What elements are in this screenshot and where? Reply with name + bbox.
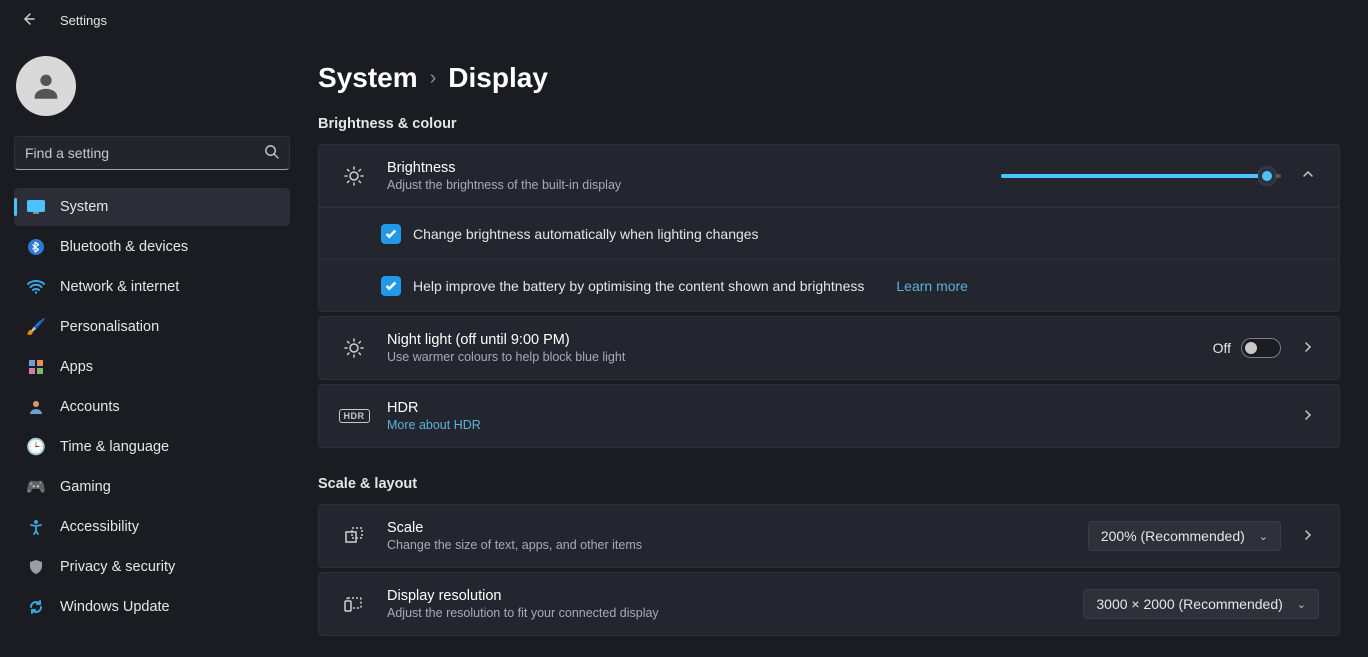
battery-optimise-label: Help improve the battery by optimising t… bbox=[413, 278, 864, 294]
sidebar-item-label: Privacy & security bbox=[60, 559, 175, 575]
sidebar-item-windows-update[interactable]: Windows Update bbox=[14, 588, 290, 626]
sidebar-item-network[interactable]: Network & internet bbox=[14, 268, 290, 306]
night-light-icon bbox=[339, 338, 369, 358]
chevron-down-icon: ⌄ bbox=[1297, 598, 1306, 611]
breadcrumb: System › Display bbox=[318, 62, 1340, 94]
search-icon bbox=[264, 144, 279, 162]
hdr-more-link[interactable]: More about HDR bbox=[387, 418, 1279, 432]
sidebar-item-label: System bbox=[60, 199, 108, 215]
paintbrush-icon: 🖌️ bbox=[26, 317, 46, 337]
accounts-icon bbox=[26, 397, 46, 417]
hdr-icon: HDR bbox=[339, 409, 369, 423]
accessibility-icon bbox=[26, 517, 46, 537]
resolution-dropdown[interactable]: 3000 × 2000 (Recommended) ⌄ bbox=[1083, 589, 1319, 619]
chevron-down-icon: ⌄ bbox=[1259, 530, 1268, 543]
sidebar-item-time-language[interactable]: 🕒 Time & language bbox=[14, 428, 290, 466]
resolution-row[interactable]: Display resolution Adjust the resolution… bbox=[319, 573, 1339, 635]
scale-title: Scale bbox=[387, 520, 1070, 536]
sidebar-item-apps[interactable]: Apps bbox=[14, 348, 290, 386]
hdr-title: HDR bbox=[387, 400, 1279, 416]
hdr-card: HDR HDR More about HDR bbox=[318, 384, 1340, 448]
search-box[interactable] bbox=[14, 136, 290, 170]
sidebar-item-privacy[interactable]: Privacy & security bbox=[14, 548, 290, 586]
wifi-icon bbox=[26, 277, 46, 297]
brightness-title: Brightness bbox=[387, 160, 983, 176]
sidebar-item-label: Time & language bbox=[60, 439, 169, 455]
clock-globe-icon: 🕒 bbox=[26, 437, 46, 457]
chevron-right-icon[interactable] bbox=[1297, 336, 1319, 361]
sidebar-item-label: Personalisation bbox=[60, 319, 159, 335]
scale-dropdown-value: 200% (Recommended) bbox=[1101, 528, 1245, 544]
battery-optimise-checkbox[interactable] bbox=[381, 276, 401, 296]
brightness-card: Brightness Adjust the brightness of the … bbox=[318, 144, 1340, 312]
night-light-row[interactable]: Night light (off until 9:00 PM) Use warm… bbox=[319, 317, 1339, 379]
resolution-icon bbox=[339, 594, 369, 614]
sidebar-item-system[interactable]: System bbox=[14, 188, 290, 226]
avatar[interactable] bbox=[16, 56, 76, 116]
scale-card: Scale Change the size of text, apps, and… bbox=[318, 504, 1340, 568]
learn-more-link[interactable]: Learn more bbox=[896, 278, 968, 294]
scale-dropdown[interactable]: 200% (Recommended) ⌄ bbox=[1088, 521, 1281, 551]
app-title: Settings bbox=[60, 13, 107, 28]
sidebar-item-accounts[interactable]: Accounts bbox=[14, 388, 290, 426]
resolution-dropdown-value: 3000 × 2000 (Recommended) bbox=[1096, 596, 1282, 612]
night-light-state-label: Off bbox=[1213, 340, 1231, 356]
section-brightness-colour-title: Brightness & colour bbox=[318, 116, 1340, 132]
hdr-row[interactable]: HDR HDR More about HDR bbox=[319, 385, 1339, 447]
sidebar-item-label: Apps bbox=[60, 359, 93, 375]
shield-icon bbox=[26, 557, 46, 577]
sidebar-item-personalisation[interactable]: 🖌️ Personalisation bbox=[14, 308, 290, 346]
auto-brightness-checkbox[interactable] bbox=[381, 224, 401, 244]
scale-sub: Change the size of text, apps, and other… bbox=[387, 538, 1070, 552]
scale-icon bbox=[339, 526, 369, 546]
gaming-icon: 🎮 bbox=[26, 477, 46, 497]
search-input[interactable] bbox=[25, 145, 264, 161]
brightness-auto-row: Change brightness automatically when lig… bbox=[319, 207, 1339, 259]
back-button[interactable] bbox=[14, 5, 42, 36]
breadcrumb-current: Display bbox=[448, 62, 548, 94]
display-icon bbox=[26, 197, 46, 217]
section-scale-layout-title: Scale & layout bbox=[318, 476, 1340, 492]
brightness-slider[interactable] bbox=[1001, 166, 1281, 186]
sidebar: System Bluetooth & devices Network & int… bbox=[0, 40, 300, 657]
resolution-title: Display resolution bbox=[387, 588, 1065, 604]
resolution-card: Display resolution Adjust the resolution… bbox=[318, 572, 1340, 636]
brightness-icon bbox=[339, 166, 369, 186]
brightness-battery-row: Help improve the battery by optimising t… bbox=[319, 259, 1339, 311]
sidebar-item-gaming[interactable]: 🎮 Gaming bbox=[14, 468, 290, 506]
scale-row[interactable]: Scale Change the size of text, apps, and… bbox=[319, 505, 1339, 567]
titlebar: Settings bbox=[0, 0, 1368, 40]
resolution-sub: Adjust the resolution to fit your connec… bbox=[387, 606, 1065, 620]
night-light-sub: Use warmer colours to help block blue li… bbox=[387, 350, 1195, 364]
chevron-right-icon: › bbox=[430, 67, 437, 90]
sidebar-item-label: Bluetooth & devices bbox=[60, 239, 188, 255]
night-light-toggle[interactable] bbox=[1241, 338, 1281, 358]
sidebar-item-label: Windows Update bbox=[60, 599, 170, 615]
chevron-right-icon[interactable] bbox=[1297, 404, 1319, 429]
breadcrumb-parent[interactable]: System bbox=[318, 62, 418, 94]
sidebar-item-accessibility[interactable]: Accessibility bbox=[14, 508, 290, 546]
chevron-right-icon[interactable] bbox=[1297, 524, 1319, 549]
sidebar-item-label: Accounts bbox=[60, 399, 120, 415]
sidebar-item-label: Accessibility bbox=[60, 519, 139, 535]
collapse-chevron-up-icon[interactable] bbox=[1297, 163, 1319, 188]
bluetooth-icon bbox=[26, 237, 46, 257]
auto-brightness-label: Change brightness automatically when lig… bbox=[413, 226, 759, 242]
night-light-title: Night light (off until 9:00 PM) bbox=[387, 332, 1195, 348]
sidebar-item-bluetooth[interactable]: Bluetooth & devices bbox=[14, 228, 290, 266]
main-content: System › Display Brightness & colour Bri… bbox=[300, 40, 1368, 657]
brightness-sub: Adjust the brightness of the built-in di… bbox=[387, 178, 983, 192]
sidebar-item-label: Network & internet bbox=[60, 279, 179, 295]
brightness-row: Brightness Adjust the brightness of the … bbox=[319, 145, 1339, 207]
sidebar-item-label: Gaming bbox=[60, 479, 111, 495]
night-light-card: Night light (off until 9:00 PM) Use warm… bbox=[318, 316, 1340, 380]
update-icon bbox=[26, 597, 46, 617]
apps-icon bbox=[26, 357, 46, 377]
